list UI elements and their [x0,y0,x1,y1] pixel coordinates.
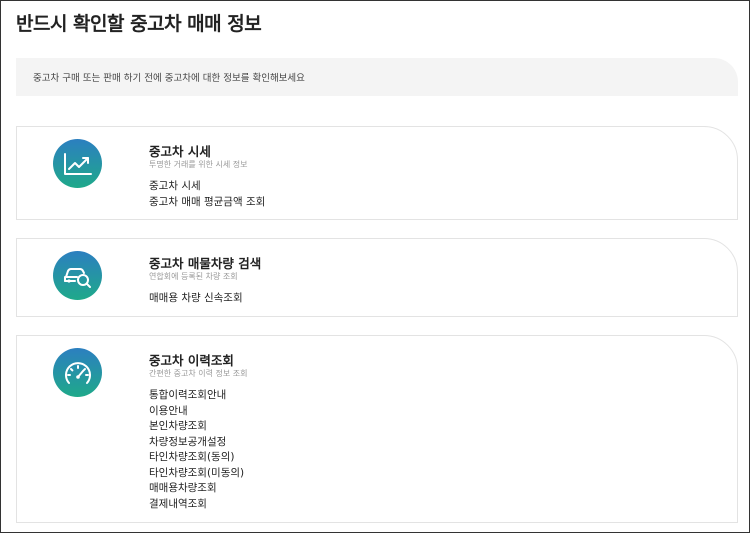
card-subtitle: 간편한 중고차 이력 정보 조회 [149,369,248,378]
link-vehicle-info-disclosure[interactable]: 차량정보공개설정 [149,435,244,451]
link-payment-history[interactable]: 결제내역조회 [149,497,244,513]
link-usage-guide[interactable]: 이용안내 [149,404,244,420]
chart-trend-icon [53,139,102,188]
speedometer-icon [53,348,102,397]
card-title: 중고차 이력조회 [149,353,234,368]
link-other-vehicle-no-consent[interactable]: 타인차량조회(미동의) [149,466,244,482]
link-vehicle-quick-search[interactable]: 매매용 차량 신속조회 [149,291,243,307]
card-history-check: 중고차 이력조회 간편한 중고차 이력 정보 조회 통합이력조회안내 이용안내 … [16,335,738,523]
card-link-list: 중고차 시세 중고차 매매 평균금액 조회 [149,179,265,210]
link-market-price[interactable]: 중고차 시세 [149,179,265,195]
link-other-vehicle-consent[interactable]: 타인차량조회(동의) [149,450,244,466]
card-market-price: 중고차 시세 투명한 거래를 위한 시세 정보 중고차 시세 중고차 매매 평균… [16,126,738,220]
page-frame: 반드시 확인할 중고차 매매 정보 중고차 구매 또는 판매 하기 전에 중고차… [0,0,750,533]
card-subtitle: 연합회에 등록된 차량 조회 [149,272,238,281]
card-subtitle: 투명한 거래를 위한 시세 정보 [149,160,248,169]
card-listing-search: 중고차 매물차량 검색 연합회에 등록된 차량 조회 매매용 차량 신속조회 [16,238,738,317]
link-my-vehicle-check[interactable]: 본인차량조회 [149,419,244,435]
link-average-price[interactable]: 중고차 매매 평균금액 조회 [149,195,265,211]
card-link-list: 매매용 차량 신속조회 [149,291,243,307]
card-link-list: 통합이력조회안내 이용안내 본인차량조회 차량정보공개설정 타인차량조회(동의)… [149,388,244,512]
car-search-icon [53,251,102,300]
link-integrated-history-guide[interactable]: 통합이력조회안내 [149,388,244,404]
page-title: 반드시 확인할 중고차 매매 정보 [16,13,262,35]
notice-text: 중고차 구매 또는 판매 하기 전에 중고차에 대한 정보를 확인해보세요 [33,73,305,84]
card-title: 중고차 시세 [149,144,211,159]
card-title: 중고차 매물차량 검색 [149,256,262,271]
link-dealer-vehicle-check[interactable]: 매매용차량조회 [149,481,244,497]
notice-banner: 중고차 구매 또는 판매 하기 전에 중고차에 대한 정보를 확인해보세요 [16,58,738,96]
